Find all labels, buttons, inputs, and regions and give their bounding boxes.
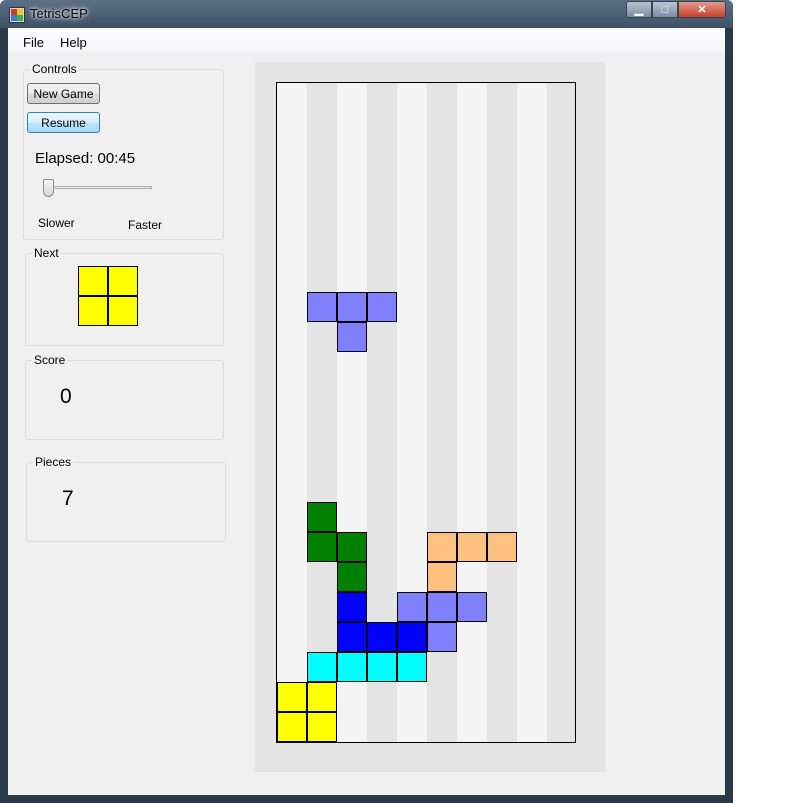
settled-block bbox=[427, 622, 457, 652]
active-piece-block bbox=[337, 292, 367, 322]
game-board[interactable] bbox=[276, 82, 576, 743]
settled-block bbox=[337, 622, 367, 652]
next-piece-block bbox=[108, 296, 138, 326]
settled-block bbox=[307, 502, 337, 532]
faster-label: Faster bbox=[128, 218, 163, 232]
active-piece-block bbox=[367, 292, 397, 322]
settled-block bbox=[337, 532, 367, 562]
settled-block bbox=[307, 712, 337, 742]
board-column-stripe bbox=[307, 83, 337, 742]
speed-slider-thumb[interactable] bbox=[43, 179, 54, 197]
settled-block bbox=[307, 652, 337, 682]
resume-button[interactable]: Resume bbox=[27, 112, 100, 133]
pieces-group-title: Pieces bbox=[33, 455, 74, 469]
settled-block bbox=[277, 712, 307, 742]
settled-block bbox=[397, 592, 427, 622]
board-column-stripe bbox=[547, 83, 575, 742]
menu-bar: File Help bbox=[8, 28, 725, 52]
minimize-button[interactable]: ▁ bbox=[626, 1, 652, 18]
settled-block bbox=[337, 592, 367, 622]
maximize-button[interactable]: □ bbox=[652, 1, 678, 18]
settled-block bbox=[427, 592, 457, 622]
next-group-title: Next bbox=[32, 246, 61, 260]
app-window: TetrisCEP ▁ □ ✕ File Help Controls New G… bbox=[0, 0, 733, 803]
score-group: Score bbox=[25, 353, 224, 440]
title-bar[interactable]: TetrisCEP ▁ □ ✕ bbox=[0, 0, 733, 28]
pieces-group: Pieces bbox=[26, 455, 226, 542]
settled-block bbox=[397, 652, 427, 682]
pieces-value: 7 bbox=[62, 487, 74, 510]
settled-block bbox=[367, 652, 397, 682]
settled-block bbox=[397, 622, 427, 652]
settled-block bbox=[337, 562, 367, 592]
settled-block bbox=[487, 532, 517, 562]
close-button[interactable]: ✕ bbox=[678, 1, 726, 18]
menu-file[interactable]: File bbox=[23, 35, 44, 50]
settled-block bbox=[367, 622, 397, 652]
window-title: TetrisCEP bbox=[30, 6, 88, 21]
controls-group-title: Controls bbox=[30, 62, 79, 76]
next-piece-preview bbox=[78, 266, 139, 327]
board-column-stripe bbox=[487, 83, 517, 742]
app-icon[interactable] bbox=[9, 7, 25, 23]
next-piece-block bbox=[108, 266, 138, 296]
settled-block bbox=[277, 682, 307, 712]
elapsed-time: Elapsed: 00:45 bbox=[35, 150, 136, 167]
score-group-title: Score bbox=[32, 353, 68, 367]
active-piece-block bbox=[337, 322, 367, 352]
score-value: 0 bbox=[60, 385, 72, 408]
next-piece-block bbox=[78, 296, 108, 326]
settled-block bbox=[457, 592, 487, 622]
active-piece-block bbox=[307, 292, 337, 322]
settled-block bbox=[427, 532, 457, 562]
settled-block bbox=[307, 532, 337, 562]
next-piece-block bbox=[78, 266, 108, 296]
settled-block bbox=[307, 682, 337, 712]
menu-help[interactable]: Help bbox=[60, 35, 87, 50]
settled-block bbox=[427, 562, 457, 592]
settled-block bbox=[337, 652, 367, 682]
speed-slider-track[interactable] bbox=[46, 186, 152, 189]
new-game-button[interactable]: New Game bbox=[27, 83, 100, 104]
slower-label: Slower bbox=[38, 216, 75, 230]
settled-block bbox=[457, 532, 487, 562]
client-area: File Help Controls New Game Resume Elaps… bbox=[8, 28, 725, 795]
